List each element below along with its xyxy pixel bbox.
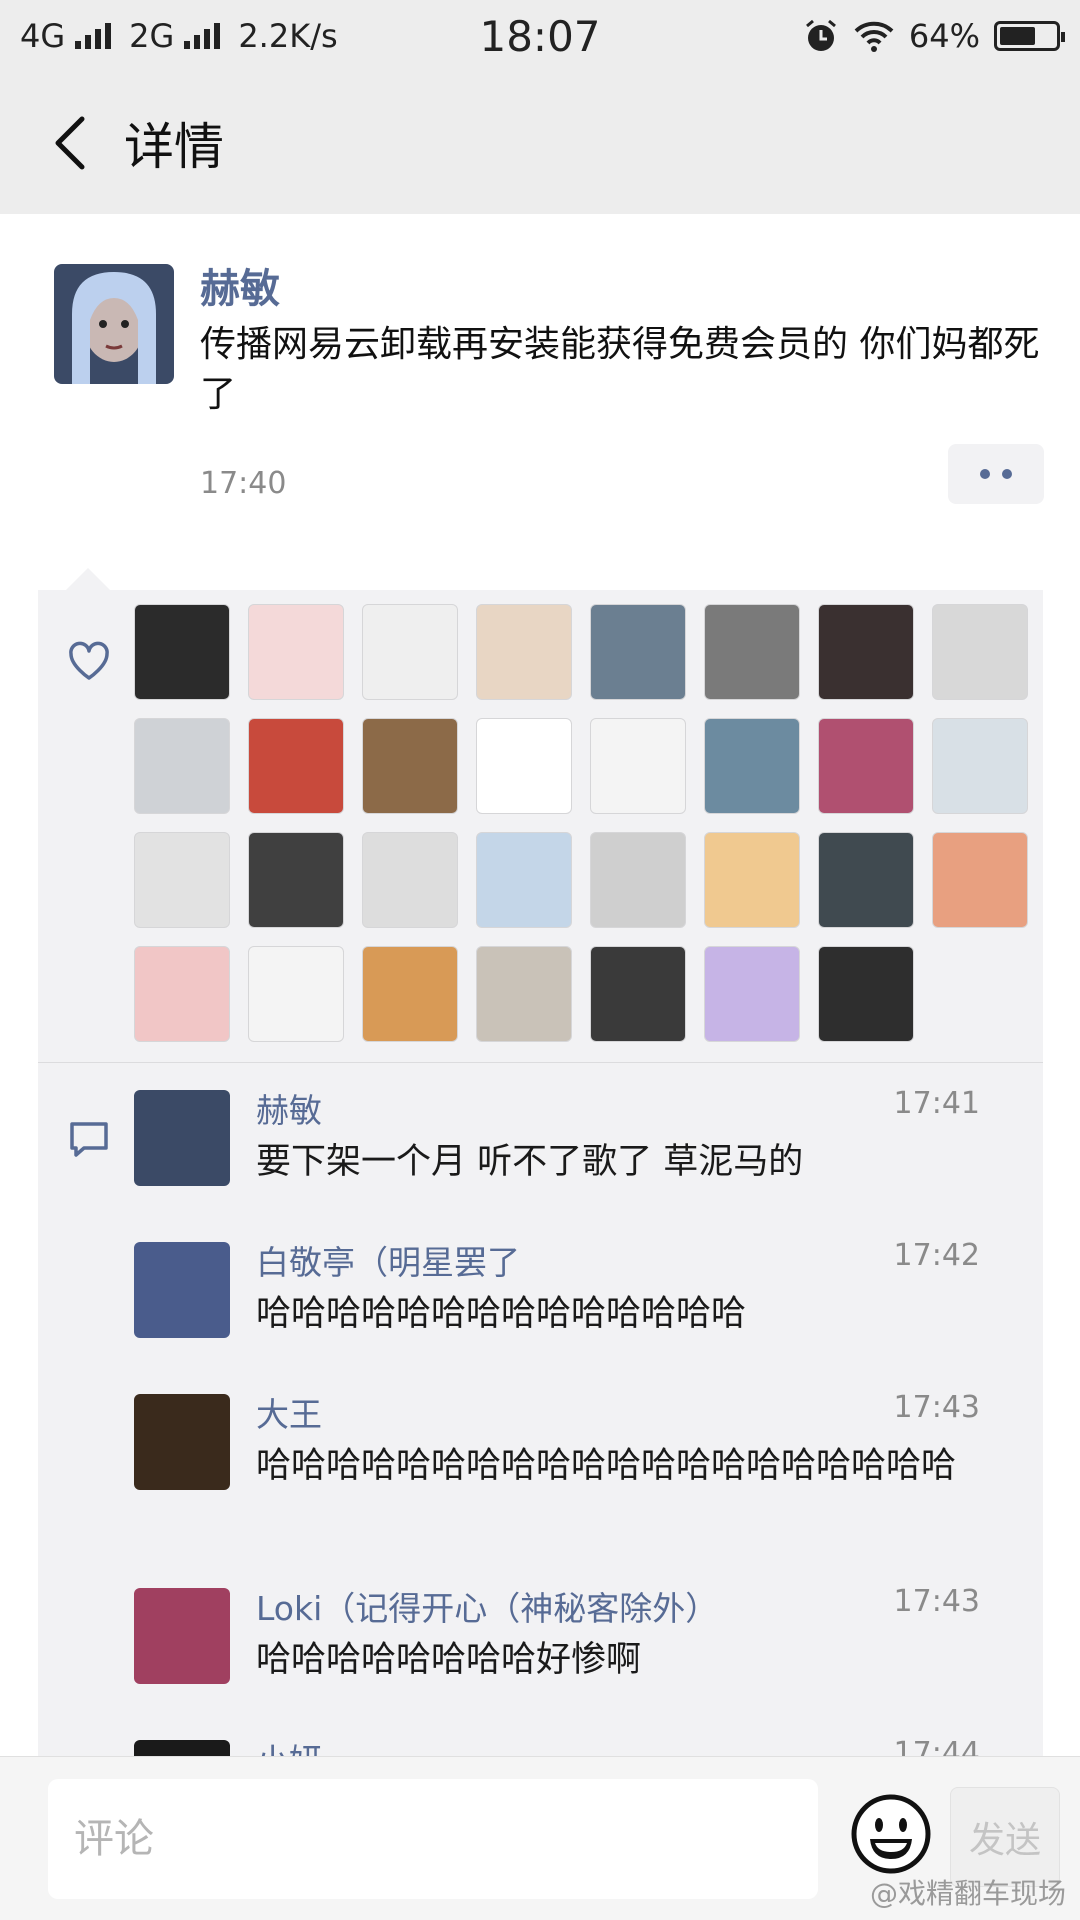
comment-text: 哈哈哈哈哈哈哈哈哈哈哈哈哈哈哈哈哈哈哈哈: [256, 1446, 957, 1486]
liker-avatar[interactable]: [590, 946, 686, 1042]
comment-input[interactable]: [48, 1779, 818, 1899]
liker-avatar[interactable]: [932, 604, 1028, 700]
signal-icon-2: [184, 23, 221, 49]
liker-avatar[interactable]: [134, 946, 230, 1042]
nav-header: 详情: [0, 72, 1080, 214]
commenter-avatar[interactable]: [134, 1242, 230, 1338]
status-left: 4G 2G 2.2K/s: [20, 17, 803, 55]
liker-avatar[interactable]: [248, 604, 344, 700]
post-time: 17:40: [200, 466, 287, 501]
liker-avatar[interactable]: [134, 604, 230, 700]
comment-time: 17:43: [893, 1390, 980, 1425]
network-type-2: 2G: [129, 17, 175, 55]
back-arrow-icon[interactable]: [40, 113, 100, 173]
liker-avatar[interactable]: [362, 718, 458, 814]
heart-icon: [69, 641, 109, 680]
liker-avatar[interactable]: [362, 604, 458, 700]
liker-avatar[interactable]: [134, 832, 230, 928]
liker-avatar[interactable]: [362, 946, 458, 1042]
comment-text: 要下架一个月 听不了歌了 草泥马的: [256, 1142, 804, 1182]
panel-pointer: [66, 568, 110, 590]
liker-avatar[interactable]: [248, 832, 344, 928]
comment-icon: [70, 1122, 108, 1157]
liker-avatar[interactable]: [704, 946, 800, 1042]
liker-avatar[interactable]: [704, 832, 800, 928]
status-right: 64%: [803, 17, 1065, 55]
commenter-avatar[interactable]: [134, 1588, 230, 1684]
page-title: 详情: [124, 118, 224, 176]
comment-time: 17:42: [893, 1238, 980, 1273]
liker-avatar[interactable]: [248, 946, 344, 1042]
battery-icon: [994, 21, 1065, 51]
divider: [38, 1062, 1043, 1063]
liker-avatar[interactable]: [590, 718, 686, 814]
liker-avatar[interactable]: [134, 718, 230, 814]
status-bar: 4G 2G 2.2K/s 18:07 64%: [0, 0, 1080, 72]
comment-text: 哈哈哈哈哈哈哈哈哈哈哈哈哈哈: [256, 1294, 747, 1334]
liker-avatar[interactable]: [590, 604, 686, 700]
liker-avatar[interactable]: [818, 604, 914, 700]
commenter-avatar[interactable]: [134, 1394, 230, 1490]
commenter-avatar[interactable]: [134, 1090, 230, 1186]
more-options-button[interactable]: [948, 444, 1044, 504]
liker-avatar[interactable]: [704, 604, 800, 700]
battery-fill: [1000, 27, 1035, 45]
liker-avatar[interactable]: [818, 946, 914, 1042]
dot-icon: [1002, 469, 1012, 479]
liker-avatar[interactable]: [818, 832, 914, 928]
alarm-icon: [805, 19, 836, 51]
emoji-icon[interactable]: [850, 1793, 932, 1875]
network-type-1: 4G: [20, 17, 66, 55]
liker-avatar[interactable]: [476, 718, 572, 814]
comment-time: 17:41: [893, 1086, 980, 1121]
author-name[interactable]: 赫敏: [200, 256, 280, 314]
liker-avatar[interactable]: [704, 718, 800, 814]
liker-avatar[interactable]: [476, 604, 572, 700]
dot-icon: [980, 469, 990, 479]
commenter-name[interactable]: Loki（记得开心（神秘客除外）: [256, 1582, 718, 1630]
battery-percent: 64%: [908, 17, 980, 55]
interaction-panel: 赫敏 17:41 要下架一个月 听不了歌了 草泥马的 白敬亭（明星罢了 17:4…: [38, 590, 1043, 1836]
comment-time: 17:43: [893, 1584, 980, 1619]
commenter-name[interactable]: 赫敏: [256, 1084, 322, 1132]
liker-avatar[interactable]: [818, 718, 914, 814]
liker-avatar[interactable]: [932, 832, 1028, 928]
wifi-icon: [854, 21, 894, 52]
liker-avatar[interactable]: [476, 946, 572, 1042]
likes-grid: [134, 604, 1034, 1042]
liker-avatar[interactable]: [248, 718, 344, 814]
commenter-name[interactable]: 大王: [256, 1388, 322, 1436]
watermark: @戏精翻车现场: [869, 1877, 1066, 1910]
commenter-name[interactable]: 白敬亭（明星罢了: [256, 1236, 520, 1284]
author-avatar[interactable]: [54, 264, 174, 384]
liker-avatar[interactable]: [362, 832, 458, 928]
network-speed: 2.2K/s: [238, 17, 338, 55]
post-text: 传播网易云卸载再安装能获得免费会员的 你们妈都死了: [200, 324, 1040, 415]
liker-avatar[interactable]: [590, 832, 686, 928]
liker-avatar[interactable]: [932, 718, 1028, 814]
comment-text: 哈哈哈哈哈哈哈哈好惨啊: [256, 1640, 642, 1680]
signal-icon: [75, 23, 112, 49]
liker-avatar[interactable]: [476, 832, 572, 928]
